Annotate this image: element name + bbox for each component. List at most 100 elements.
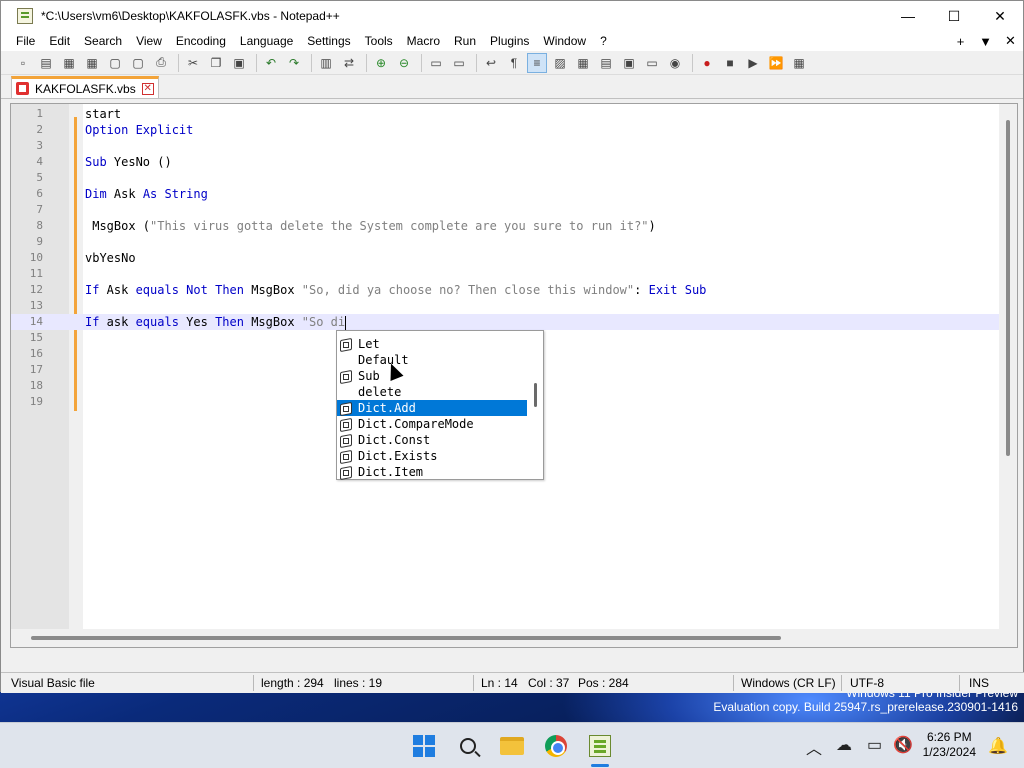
menu-encoding[interactable]: Encoding: [169, 31, 233, 51]
doc-map-icon[interactable]: ▦: [573, 53, 593, 73]
tab-list-dropdown-button[interactable]: ▼: [973, 34, 998, 49]
network-icon[interactable]: ▭: [867, 735, 882, 755]
menu-help[interactable]: ?: [593, 31, 614, 51]
volume-muted-icon[interactable]: 🔇: [893, 735, 913, 755]
folder-workspace-icon[interactable]: ▣: [619, 53, 639, 73]
autocomplete-label: Dict.Add: [358, 401, 416, 415]
taskbar-chrome[interactable]: [541, 731, 571, 761]
horizontal-scrollbar[interactable]: [11, 629, 1017, 647]
code-line[interactable]: 2 Option Explicit: [11, 122, 1017, 138]
autocomplete-item[interactable]: Sub: [337, 368, 527, 384]
onedrive-icon[interactable]: ☁: [836, 735, 852, 755]
zoom-in-icon[interactable]: ⊕: [371, 53, 391, 73]
tab-close-button[interactable]: ✕: [141, 82, 154, 95]
code-line[interactable]: 7: [11, 202, 1017, 218]
sync-h-icon[interactable]: ▭: [449, 53, 469, 73]
autocomplete-item[interactable]: Dict.Item: [337, 464, 527, 480]
code-line[interactable]: 13: [11, 298, 1017, 314]
title-bar[interactable]: *C:\Users\vm6\Desktop\KAKFOLASFK.vbs - N…: [1, 1, 1023, 31]
redo-icon[interactable]: ↷: [284, 53, 304, 73]
menu-tools[interactable]: Tools: [358, 31, 400, 51]
sync-v-icon[interactable]: ▭: [426, 53, 446, 73]
indent-guide-icon[interactable]: ≡: [527, 52, 547, 73]
code-line[interactable]: 14 If ask equals Yes Then MsgBox "So di: [11, 314, 1017, 330]
menu-settings[interactable]: Settings: [300, 31, 357, 51]
code-line[interactable]: 1 start: [11, 106, 1017, 122]
text-token: MsgBox: [243, 315, 302, 329]
menu-file[interactable]: File: [9, 31, 42, 51]
autocomplete-item[interactable]: Default: [337, 352, 527, 368]
replace-icon[interactable]: ⇄: [339, 53, 359, 73]
menu-window[interactable]: Window: [536, 31, 593, 51]
maximize-button[interactable]: ☐: [931, 1, 977, 31]
taskbar-search-button[interactable]: [453, 731, 483, 761]
print-icon[interactable]: ⎙: [151, 53, 171, 73]
show-all-chars-icon[interactable]: ¶: [504, 53, 524, 73]
code-line[interactable]: 10 vbYesNo: [11, 250, 1017, 266]
copy-icon[interactable]: ❐: [206, 53, 226, 73]
minimize-button[interactable]: —: [885, 1, 931, 31]
menu-edit[interactable]: Edit: [42, 31, 77, 51]
horizontal-scroll-thumb[interactable]: [31, 636, 781, 640]
paste-icon[interactable]: ▣: [229, 53, 249, 73]
close-tab-button[interactable]: ✕: [998, 33, 1023, 49]
save-macro-icon[interactable]: ▦: [789, 53, 809, 73]
save-icon[interactable]: ▦: [59, 53, 79, 73]
menu-macro[interactable]: Macro: [400, 31, 447, 51]
monitoring-icon[interactable]: ▭: [642, 53, 662, 73]
vertical-scroll-thumb[interactable]: [1006, 120, 1010, 456]
notification-bell-icon[interactable]: 🔔: [988, 736, 1008, 756]
tab-kakfolasfk[interactable]: KAKFOLASFK.vbs ✕: [11, 76, 159, 98]
undo-icon[interactable]: ↶: [261, 53, 281, 73]
code-line[interactable]: 11: [11, 266, 1017, 282]
vertical-scrollbar[interactable]: [999, 104, 1017, 629]
line-number: 13: [29, 299, 43, 312]
start-button[interactable]: [409, 731, 439, 761]
menu-plugins[interactable]: Plugins: [483, 31, 536, 51]
blank-icon: [339, 353, 353, 367]
new-icon[interactable]: ▫: [13, 53, 33, 73]
zoom-out-icon[interactable]: ⊖: [394, 53, 414, 73]
code-line[interactable]: 4 Sub YesNo (): [11, 154, 1017, 170]
cut-icon[interactable]: ✂: [183, 53, 203, 73]
code-line[interactable]: 8 MsgBox ("This virus gotta delete the S…: [11, 218, 1017, 234]
close-window-button[interactable]: ✕: [977, 1, 1023, 31]
menu-language[interactable]: Language: [233, 31, 300, 51]
taskbar-file-explorer[interactable]: [497, 731, 527, 761]
code-line[interactable]: 12 If Ask equals Not Then MsgBox "So, did…: [11, 282, 1017, 298]
code-line[interactable]: 5: [11, 170, 1017, 186]
code-line[interactable]: 3: [11, 138, 1017, 154]
wrap-icon[interactable]: ↩: [481, 53, 501, 73]
autocomplete-item[interactable]: Dict.CompareMode: [337, 416, 527, 432]
code-line[interactable]: 6 Dim Ask As String: [11, 186, 1017, 202]
autocomplete-item[interactable]: delete: [337, 384, 527, 400]
stop-macro-icon[interactable]: ■: [720, 53, 740, 73]
menu-view[interactable]: View: [129, 31, 169, 51]
autocomplete-popup[interactable]: Let Default Sub delete Dict.Add Dict.CompareM…: [336, 330, 544, 480]
watermark-line-2: Evaluation copy. Build 25947.rs_prerelea…: [713, 700, 1018, 714]
autocomplete-item[interactable]: Dict.Add: [337, 400, 527, 416]
close-all-icon[interactable]: ▢: [128, 53, 148, 73]
autocomplete-item[interactable]: Dict.Const: [337, 432, 527, 448]
find-icon[interactable]: ▥: [316, 53, 336, 73]
autocomplete-item[interactable]: Dict.Exists: [337, 448, 527, 464]
function-list-icon[interactable]: ▤: [596, 53, 616, 73]
keyword-token: Then: [215, 283, 244, 297]
show-hidden-icons-chevron-icon[interactable]: ︿: [806, 735, 822, 759]
menu-run[interactable]: Run: [447, 31, 483, 51]
code-line[interactable]: 9: [11, 234, 1017, 250]
close-icon[interactable]: ▢: [105, 53, 125, 73]
menu-search[interactable]: Search: [77, 31, 129, 51]
new-tab-button[interactable]: +: [948, 34, 973, 49]
save-all-icon[interactable]: ▦: [82, 53, 102, 73]
taskbar-clock[interactable]: 6:26 PM 1/23/2024: [923, 730, 976, 760]
lang-icon[interactable]: ▨: [550, 53, 570, 73]
play-macro-icon[interactable]: ▶: [743, 53, 763, 73]
open-icon[interactable]: ▤: [36, 53, 56, 73]
record-macro-icon[interactable]: ●: [697, 53, 717, 73]
eye-icon[interactable]: ◉: [665, 53, 685, 73]
taskbar-notepadpp[interactable]: [585, 731, 615, 761]
run-macro-multiple-icon[interactable]: ⏩: [766, 53, 786, 73]
autocomplete-scroll-thumb[interactable]: [534, 383, 537, 407]
autocomplete-item[interactable]: Let: [337, 336, 527, 352]
